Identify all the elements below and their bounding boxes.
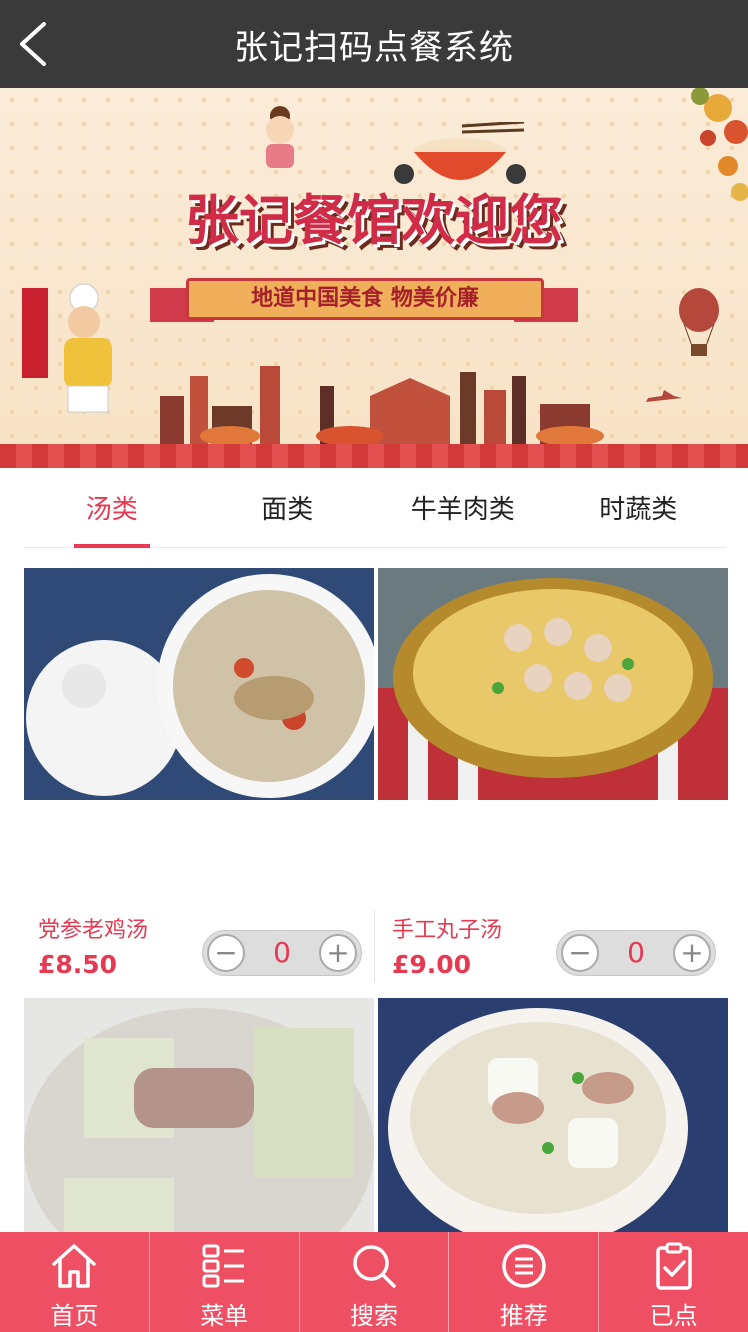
plus-circle-icon[interactable]: + [319,934,357,972]
noodle-bowl-illustration [394,122,526,184]
banner-title: 张记餐馆欢迎您 [185,189,563,252]
nav-ordered-label: 已点 [649,1302,698,1330]
dish-name: 党参老鸡汤 [38,918,149,943]
tab-noodles[interactable]: 面类 [200,468,376,547]
category-tabs: 汤类 面类 牛羊肉类 时蔬类 [24,468,726,548]
city-skyline-illustration [160,366,604,444]
quantity-stepper: − 0 + [202,930,362,976]
quantity-value: 0 [627,936,645,969]
minus-circle-icon[interactable]: − [207,934,245,972]
nav-menu[interactable]: 菜单 [148,1232,299,1332]
menu-list-icon [202,1244,245,1288]
quantity-stepper: − 0 + [556,930,716,976]
app-header: 张记扫码点餐系统 [0,0,748,88]
dish-name: 手工丸子汤 [392,918,503,943]
recommend-icon [502,1244,546,1288]
nav-home[interactable]: 首页 [0,1232,149,1332]
tab-soup[interactable]: 汤类 [24,468,200,547]
chevron-left-icon[interactable] [14,18,54,70]
card-divider [374,910,375,982]
minus-circle-icon[interactable]: − [561,934,599,972]
banner-slogan: 地道中国美食 物美价廉 [186,278,544,320]
autumn-leaves-decoration [691,88,748,201]
quantity-value: 0 [273,936,291,969]
dish-photo[interactable] [24,998,374,1238]
dish-photo[interactable] [378,568,728,800]
banner-bottom-stripe [0,444,748,468]
chef-illustration [22,283,112,413]
clipboard-check-icon [655,1242,692,1290]
nav-search-label: 搜索 [349,1302,398,1330]
home-icon [52,1244,97,1288]
airplane-illustration [646,390,682,402]
tab-beef-lamb[interactable]: 牛羊肉类 [375,468,551,547]
nav-home-label: 首页 [50,1302,99,1330]
nav-search[interactable]: 搜索 [298,1232,449,1332]
nav-recommend-label: 推荐 [499,1302,548,1330]
dish-photo[interactable] [24,568,374,800]
dish-price: £9.00 [392,950,472,979]
hot-air-balloon-illustration [679,288,719,356]
search-icon [353,1245,396,1288]
welcome-banner: 张记餐馆欢迎您 地道中国美食 物美价廉 [0,88,748,468]
tab-vegetables[interactable]: 时蔬类 [551,468,727,547]
nav-menu-label: 菜单 [200,1302,249,1330]
page-title: 张记扫码点餐系统 [234,27,514,68]
dish-photo[interactable] [378,998,728,1238]
bottom-navigation: 首页 菜单 搜索 推荐 已点 [0,1232,748,1332]
plus-circle-icon[interactable]: + [673,934,711,972]
dish-price: £8.50 [38,950,118,979]
nav-ordered[interactable]: 已点 [598,1232,748,1332]
cartoon-girl-illustration [266,106,294,168]
nav-recommend[interactable]: 推荐 [448,1232,598,1332]
